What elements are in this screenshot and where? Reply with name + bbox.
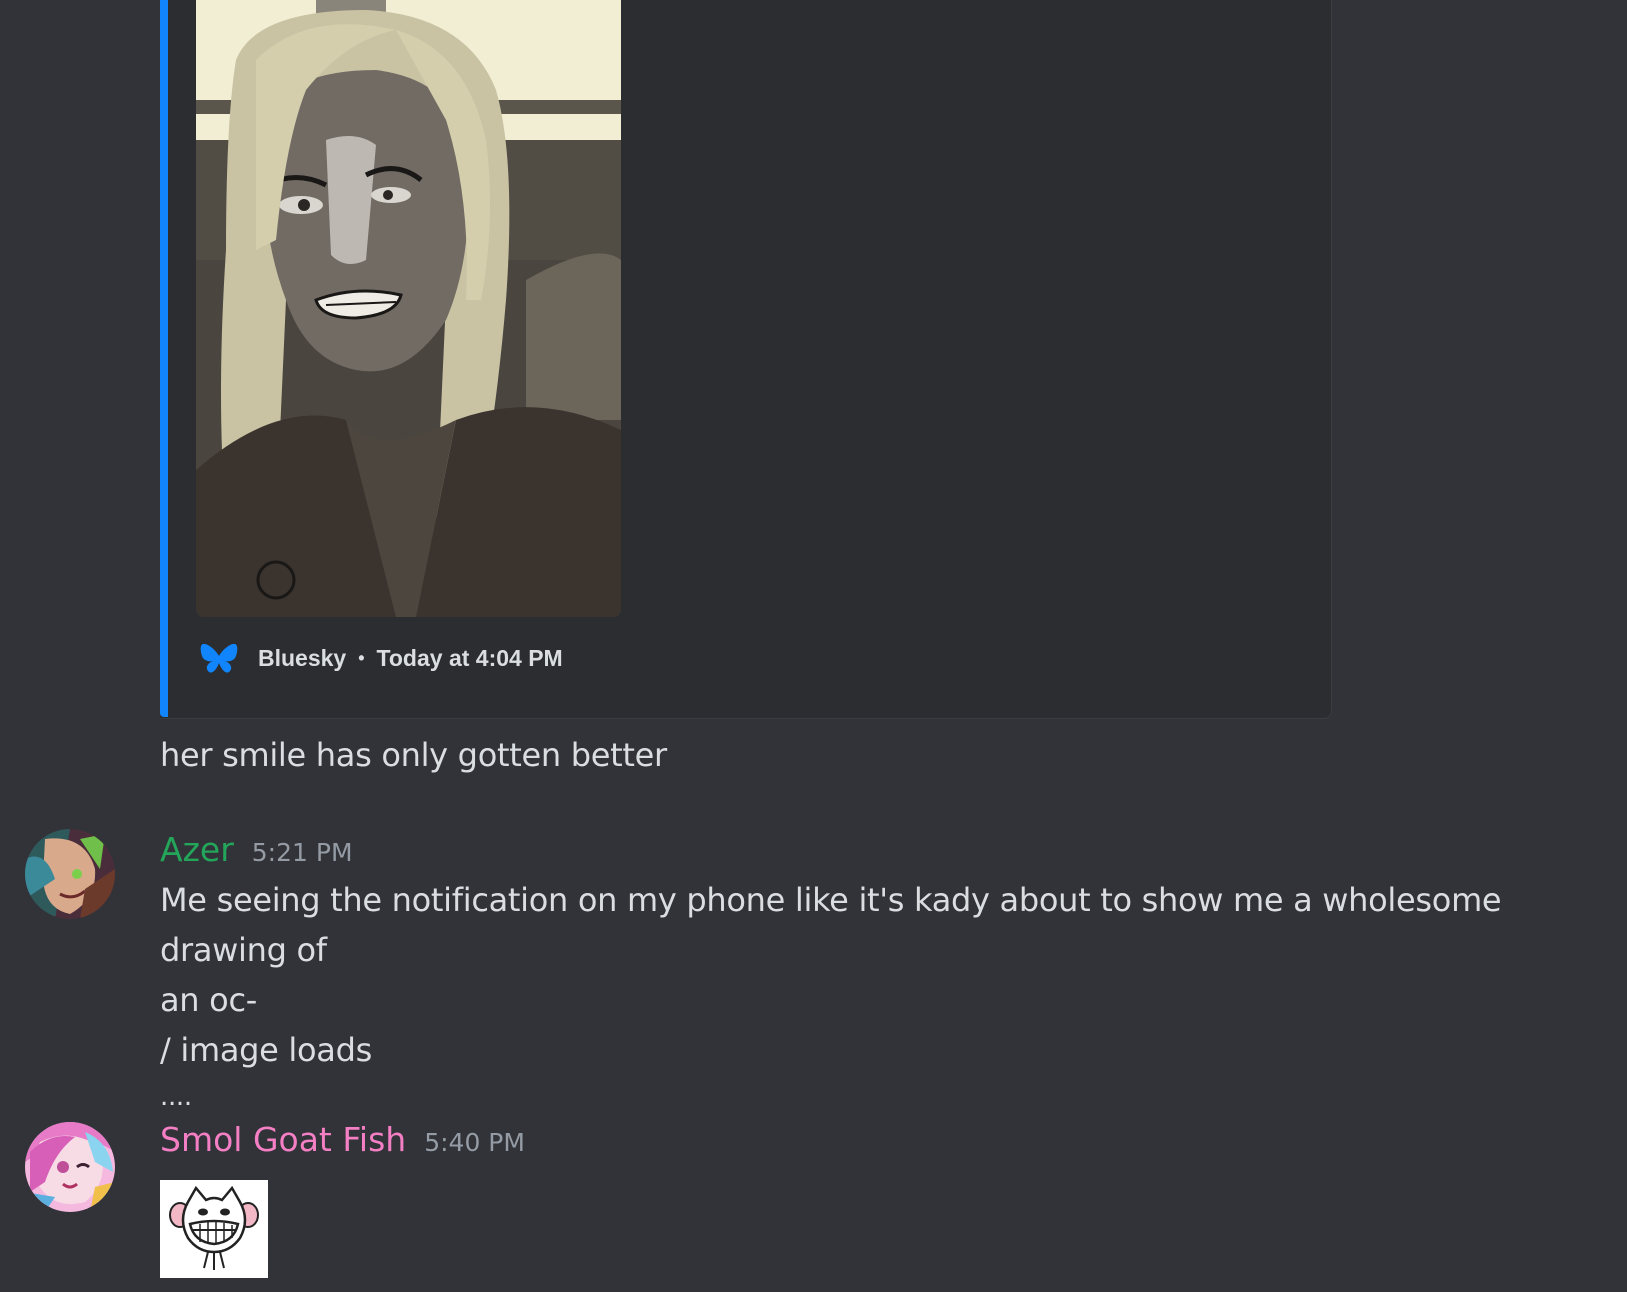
embed-footer: Bluesky • Today at 4:04 PM: [200, 638, 563, 678]
embed-provider-name[interactable]: Bluesky: [258, 645, 346, 672]
bluesky-butterfly-icon: [200, 643, 238, 673]
chat-messages: Bluesky • Today at 4:04 PM her smile has…: [0, 0, 1627, 1292]
avatar-azer[interactable]: [25, 829, 115, 919]
embed-image[interactable]: [196, 0, 621, 617]
username-azer[interactable]: Azer: [160, 830, 234, 869]
embed-accent-bar: [160, 0, 168, 717]
message-text: her smile has only gotten better: [160, 736, 667, 774]
message-line: / image loads: [160, 1031, 372, 1069]
smol-goat-fish-avatar-image: [25, 1122, 115, 1212]
avatar-smol-goat-fish[interactable]: [25, 1122, 115, 1212]
username-smol-goat-fish[interactable]: Smol Goat Fish: [160, 1120, 406, 1159]
grinning-cat-emoji-image: [160, 1180, 268, 1278]
message-line: ....: [160, 1082, 192, 1112]
message-header-azer: Azer 5:21 PM: [160, 830, 353, 869]
embed-timestamp: Today at 4:04 PM: [376, 644, 563, 671]
message-header-smol-goat-fish: Smol Goat Fish 5:40 PM: [160, 1120, 525, 1159]
message-timestamp[interactable]: 5:40 PM: [424, 1128, 525, 1157]
comic-portrait-image: [196, 0, 621, 617]
message-text-azer: Me seeing the notification on my phone l…: [160, 875, 1620, 1119]
message-timestamp[interactable]: 5:21 PM: [252, 838, 353, 867]
embed-footer-separator: •: [358, 647, 365, 668]
message-line: Me seeing the notification on my phone l…: [160, 881, 1502, 969]
message-line: an oc-: [160, 981, 257, 1019]
grinning-cat-sticker[interactable]: [160, 1180, 268, 1278]
azer-avatar-image: [25, 829, 115, 919]
